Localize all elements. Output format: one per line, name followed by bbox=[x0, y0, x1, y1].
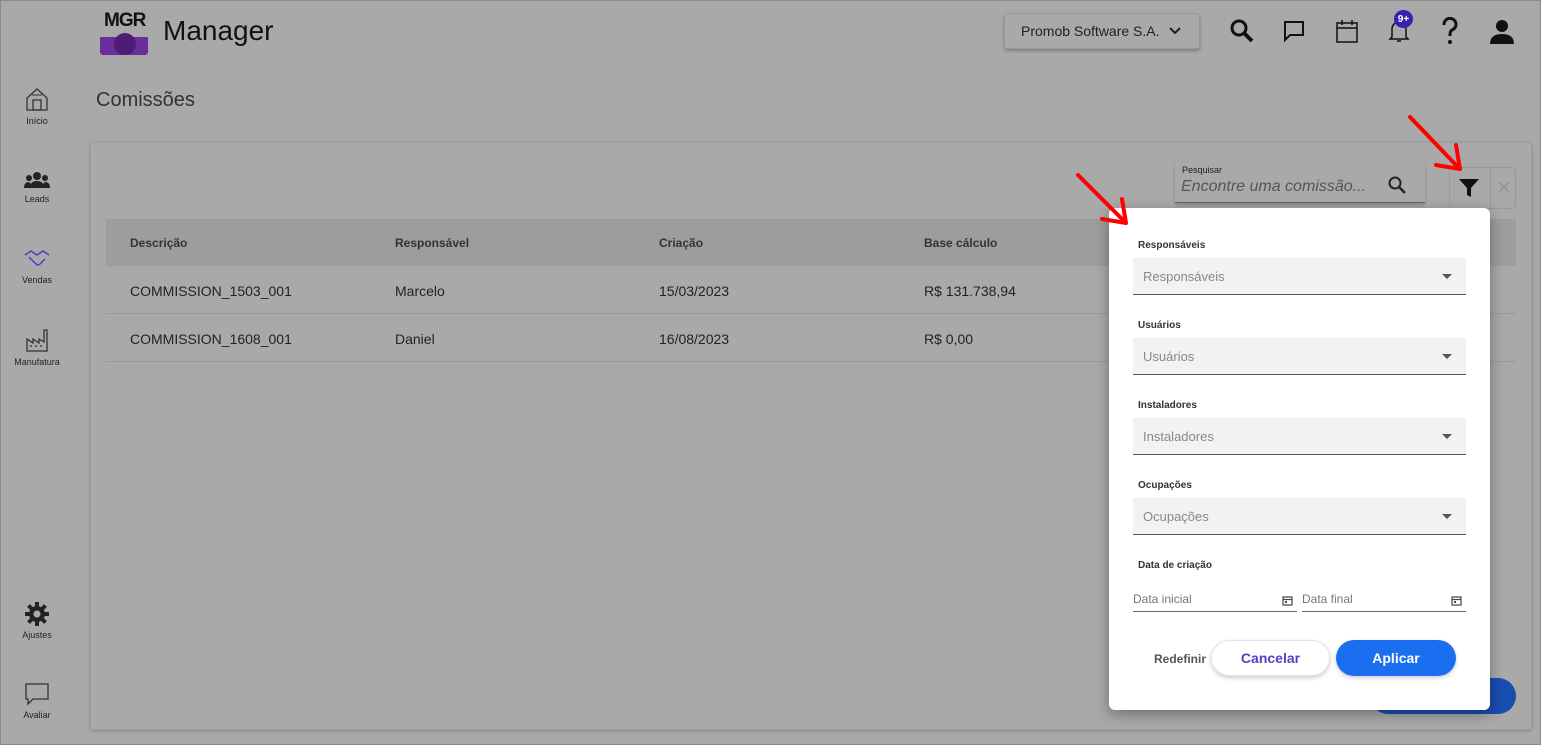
chevron-down-icon bbox=[1168, 27, 1181, 35]
dropdown-arrow-icon bbox=[1442, 514, 1452, 519]
sidebar-item-label: Manufatura bbox=[14, 357, 60, 367]
filter-divider bbox=[1490, 168, 1491, 208]
page-title: Comissões bbox=[96, 89, 195, 111]
sidebar-item-inicio[interactable]: Início bbox=[0, 86, 74, 126]
select-placeholder: Responsáveis bbox=[1143, 269, 1225, 284]
column-header[interactable]: Responsável bbox=[395, 236, 469, 250]
sidebar-item-avaliar[interactable]: Avaliar bbox=[0, 682, 74, 720]
logo-text: MGR bbox=[104, 10, 146, 31]
column-header[interactable]: Criação bbox=[659, 236, 703, 250]
cell-responsible: Marcelo bbox=[395, 283, 445, 299]
dropdown-arrow-icon bbox=[1442, 274, 1452, 279]
end-date-input[interactable]: Data final bbox=[1302, 592, 1466, 612]
filter-icon[interactable] bbox=[1458, 177, 1480, 199]
factory-icon bbox=[26, 329, 48, 352]
sidebar-item-label: Leads bbox=[24, 194, 50, 204]
field-label: Responsáveis bbox=[1138, 240, 1206, 251]
apply-button[interactable]: Aplicar bbox=[1336, 640, 1456, 676]
search-box[interactable]: Pesquisar bbox=[1175, 163, 1425, 203]
cell-description: COMMISSION_1503_001 bbox=[130, 283, 292, 299]
date-placeholder: Data inicial bbox=[1133, 592, 1192, 606]
search-label: Pesquisar bbox=[1182, 165, 1223, 175]
sidebar-item-label: Ajustes bbox=[22, 630, 52, 640]
date-placeholder: Data final bbox=[1302, 592, 1353, 606]
sidebar-item-label: Avaliar bbox=[23, 710, 51, 720]
company-selector[interactable]: Promob Software S.A. bbox=[1004, 13, 1200, 49]
field-label: Instaladores bbox=[1138, 400, 1197, 411]
sidebar-item-ajustes[interactable]: Ajustes bbox=[0, 602, 74, 640]
sidebar-item-leads[interactable]: Leads bbox=[0, 170, 74, 204]
calendar-icon[interactable] bbox=[1451, 595, 1462, 606]
date-label: Data de criação bbox=[1138, 560, 1212, 571]
message-icon[interactable] bbox=[1279, 16, 1309, 46]
annotation-arrow-icon bbox=[1076, 173, 1128, 225]
usuarios-select[interactable]: Usuários bbox=[1133, 338, 1466, 375]
user-icon[interactable] bbox=[1487, 16, 1517, 46]
field-label: Usuários bbox=[1138, 320, 1181, 331]
sidebar-item-label: Início bbox=[26, 116, 48, 126]
instaladores-select[interactable]: Instaladores bbox=[1133, 418, 1466, 455]
dropdown-arrow-icon bbox=[1442, 434, 1452, 439]
reset-button[interactable]: Redefinir bbox=[1154, 652, 1206, 666]
search-input[interactable] bbox=[1181, 176, 1381, 198]
cell-created: 15/03/2023 bbox=[659, 283, 730, 299]
select-placeholder: Ocupações bbox=[1143, 509, 1209, 524]
column-header[interactable]: Descrição bbox=[130, 236, 187, 250]
search-icon[interactable] bbox=[1227, 16, 1257, 46]
chat-icon bbox=[25, 683, 49, 706]
home-icon bbox=[26, 88, 48, 111]
responsaveis-select[interactable]: Responsáveis bbox=[1133, 258, 1466, 295]
annotation-arrow-icon bbox=[1408, 115, 1462, 171]
cancel-button[interactable]: Cancelar bbox=[1211, 640, 1330, 676]
sidebar-item-manufatura[interactable]: Manufatura bbox=[0, 327, 74, 367]
calendar-icon[interactable] bbox=[1282, 595, 1293, 606]
cell-responsible: Daniel bbox=[395, 331, 435, 347]
logo-mark bbox=[100, 33, 148, 55]
calendar-icon[interactable] bbox=[1332, 16, 1362, 46]
column-header[interactable]: Base cálculo bbox=[924, 236, 997, 250]
notification-badge: 9+ bbox=[1394, 10, 1413, 28]
field-label: Ocupações bbox=[1138, 480, 1192, 491]
company-name: Promob Software S.A. bbox=[1021, 23, 1160, 39]
app-title: Manager bbox=[163, 15, 274, 46]
cell-created: 16/08/2023 bbox=[659, 331, 730, 347]
gear-icon bbox=[25, 602, 49, 626]
sidebar-item-label: Vendas bbox=[21, 275, 53, 285]
help-icon[interactable] bbox=[1435, 16, 1465, 46]
start-date-input[interactable]: Data inicial bbox=[1133, 592, 1297, 612]
ocupacoes-select[interactable]: Ocupações bbox=[1133, 498, 1466, 535]
select-placeholder: Instaladores bbox=[1143, 429, 1214, 444]
cell-description: COMMISSION_1608_001 bbox=[130, 331, 292, 347]
filter-dialog: Responsáveis Responsáveis Usuários Usuár… bbox=[1109, 208, 1490, 710]
sidebar-item-vendas[interactable]: Vendas bbox=[0, 247, 74, 285]
app-logo[interactable]: MGR bbox=[100, 8, 149, 55]
search-icon[interactable] bbox=[1387, 175, 1407, 195]
clear-filter-icon[interactable] bbox=[1497, 180, 1511, 194]
handshake-icon bbox=[24, 250, 50, 266]
cell-base: R$ 0,00 bbox=[924, 331, 974, 347]
cell-base: R$ 131.738,94 bbox=[924, 283, 1016, 299]
people-icon bbox=[24, 172, 50, 188]
select-placeholder: Usuários bbox=[1143, 349, 1195, 364]
dropdown-arrow-icon bbox=[1442, 354, 1452, 359]
